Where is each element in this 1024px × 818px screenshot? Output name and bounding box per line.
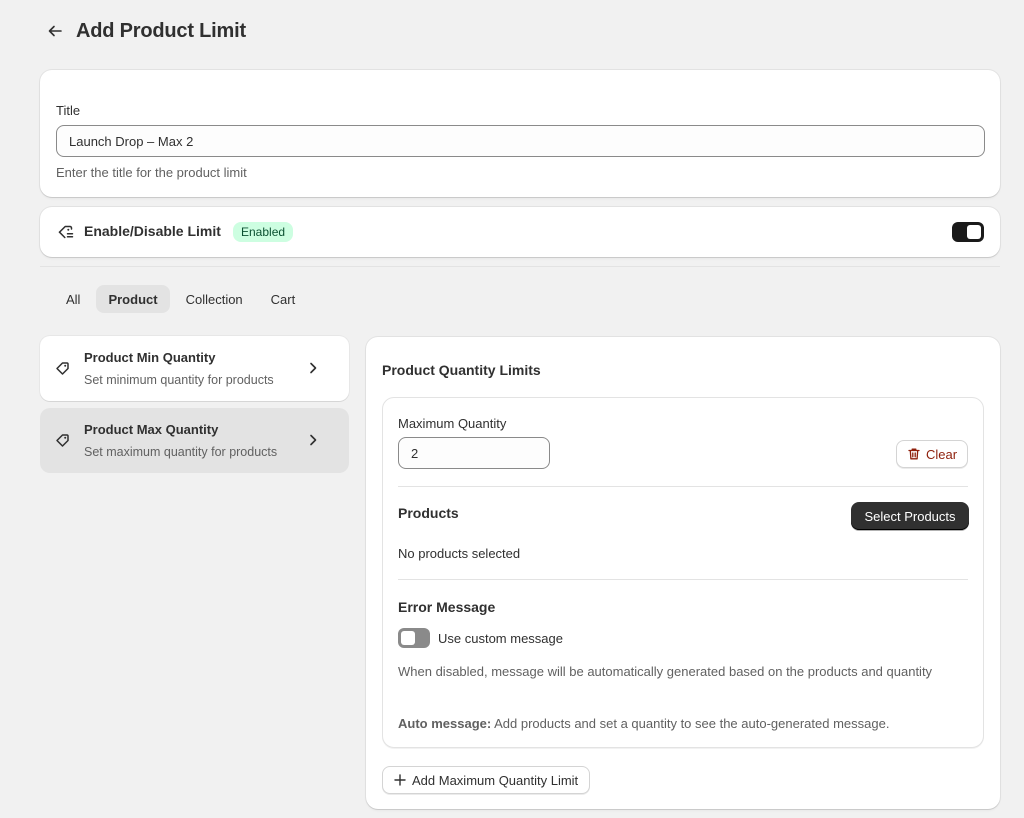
section-divider [40, 266, 1000, 267]
enable-limit-toggle[interactable] [952, 222, 984, 242]
title-help-text: Enter the title for the product limit [56, 165, 247, 180]
clear-label: Clear [925, 446, 958, 462]
divider [398, 486, 968, 487]
no-products-text: No products selected [398, 546, 521, 561]
chevron-right-icon [310, 434, 317, 446]
title-input[interactable] [56, 125, 985, 157]
limit-type-tabs: All Product Collection Cart [54, 285, 307, 313]
toggle-knob [967, 225, 981, 239]
toggle-knob [401, 631, 415, 645]
tab-product[interactable]: Product [96, 285, 170, 313]
tag-icon [56, 362, 69, 375]
select-products-button[interactable]: Select Products [851, 502, 969, 530]
quantity-limits-card: Product Quantity Limits Maximum Quantity… [366, 337, 1000, 809]
tab-all[interactable]: All [54, 285, 92, 313]
auto-message: Auto message: Add products and set a qua… [398, 716, 889, 731]
sidebar-item-min-quantity[interactable]: Product Min Quantity Set minimum quantit… [40, 336, 349, 401]
section-title: Product Quantity Limits [382, 362, 541, 378]
auto-message-text: Add products and set a quantity to see t… [494, 716, 890, 731]
plus-icon [394, 774, 406, 786]
back-button[interactable] [44, 20, 66, 42]
page-header: Add Product Limit [44, 16, 246, 46]
sidebar-item-title: Product Max Quantity [84, 422, 219, 437]
tag-icon [56, 434, 69, 447]
chevron-right-icon [310, 362, 317, 374]
sidebar-item-max-quantity[interactable]: Product Max Quantity Set maximum quantit… [40, 408, 349, 473]
add-limit-label: Add Maximum Quantity Limit [412, 772, 579, 788]
limit-rule-card: Maximum Quantity Clear Products Select P… [382, 397, 984, 748]
clear-button[interactable]: Clear [896, 440, 968, 468]
tab-cart[interactable]: Cart [259, 285, 308, 313]
disabled-note: When disabled, message will be automatic… [398, 664, 933, 679]
sidebar-item-description: Set maximum quantity for products [84, 445, 278, 459]
trash-icon [908, 448, 920, 460]
divider [398, 579, 968, 580]
auto-message-prefix: Auto message: [398, 716, 492, 731]
custom-message-label: Use custom message [438, 631, 563, 646]
enable-limit-label: Enable/Disable Limit [84, 223, 221, 239]
page-title: Add Product Limit [76, 19, 246, 42]
arrow-left-icon [48, 25, 62, 37]
title-label: Title [56, 103, 81, 118]
products-title: Products [398, 505, 459, 521]
max-quantity-label: Maximum Quantity [398, 416, 507, 431]
title-card: Title Enter the title for the product li… [40, 70, 1000, 197]
tab-collection[interactable]: Collection [174, 285, 255, 313]
tag-limit-icon [58, 225, 74, 239]
sidebar-item-title: Product Min Quantity [84, 350, 216, 365]
status-badge: Enabled [233, 222, 294, 242]
add-max-quantity-limit-button[interactable]: Add Maximum Quantity Limit [382, 766, 591, 794]
sidebar-item-description: Set minimum quantity for products [84, 373, 274, 387]
error-message-title: Error Message [398, 599, 496, 615]
custom-message-toggle[interactable] [398, 628, 430, 648]
max-quantity-input[interactable] [398, 437, 550, 469]
enable-limit-card: Enable/Disable Limit Enabled [40, 207, 1000, 257]
